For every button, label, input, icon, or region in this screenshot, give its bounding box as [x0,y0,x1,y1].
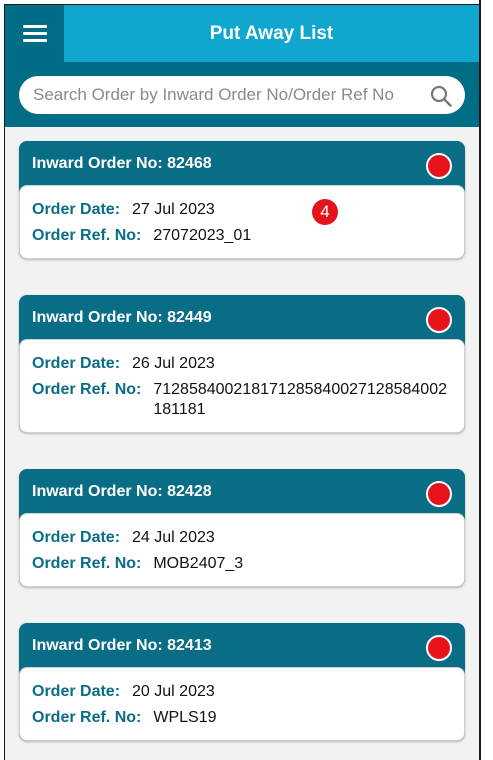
order-ref-value: WPLS19 [153,709,217,726]
page-title: Put Away List [209,22,334,44]
order-date-value: 26 Jul 2023 [132,355,215,372]
search-box[interactable] [19,76,465,114]
search-icon[interactable] [429,84,453,108]
search-input[interactable] [33,85,415,105]
order-date-value: 27 Jul 2023 [132,201,215,218]
status-dot-icon [426,481,452,507]
order-date-label: Order Date: [32,529,121,546]
app-bar: Put Away List [5,5,479,62]
order-card[interactable]: Inward Order No: 82468 Order Date: 27 Ju… [19,141,465,259]
order-ref-label: Order Ref. No: [32,555,142,572]
card-body: Order Date: 27 Jul 2023 Order Ref. No: 2… [19,185,465,259]
order-ref-value: MOB2407_3 [153,555,244,572]
menu-button[interactable] [5,5,64,62]
inward-order-number: Inward Order No: 82449 [32,309,212,326]
order-date-label: Order Date: [32,355,121,372]
order-card[interactable]: Inward Order No: 82449 Order Date: 26 Ju… [19,295,465,433]
card-header: Inward Order No: 82449 [19,295,465,341]
card-body: Order Date: 24 Jul 2023 Order Ref. No: M… [19,513,465,587]
inward-order-number: Inward Order No: 82468 [32,155,212,172]
status-dot-icon [426,635,452,661]
status-dot-icon [426,153,452,179]
card-body: Order Date: 26 Jul 2023 Order Ref. No: 7… [19,339,465,433]
order-date-label: Order Date: [32,683,121,700]
hamburger-icon [22,21,47,46]
status-dot-icon [426,307,452,333]
order-date-value: 20 Jul 2023 [132,683,215,700]
order-card[interactable]: Inward Order No: 82428 Order Date: 24 Ju… [19,469,465,587]
order-date-label: Order Date: [32,201,121,218]
order-ref-label: Order Ref. No: [32,381,142,398]
order-ref-value: 27072023_01 [153,227,252,244]
card-header: Inward Order No: 82428 [19,469,465,515]
search-bar [5,62,479,127]
card-header: Inward Order No: 82413 [19,623,465,669]
order-date-value: 24 Jul 2023 [132,529,215,546]
order-ref-label: Order Ref. No: [32,227,142,244]
inward-order-number: Inward Order No: 82413 [32,637,212,654]
order-ref-value: 712858400218171285840027128584002181181 [153,381,447,418]
order-ref-label: Order Ref. No: [32,709,142,726]
order-card[interactable]: Inward Order No: 82413 Order Date: 20 Ju… [19,623,465,741]
card-body: Order Date: 20 Jul 2023 Order Ref. No: W… [19,667,465,741]
card-header: Inward Order No: 82468 [19,141,465,187]
app-screen: Put Away List Inward Order No: 82468 Ord… [5,5,479,760]
inward-order-number: Inward Order No: 82428 [32,483,212,500]
notification-badge: 4 [312,199,338,225]
